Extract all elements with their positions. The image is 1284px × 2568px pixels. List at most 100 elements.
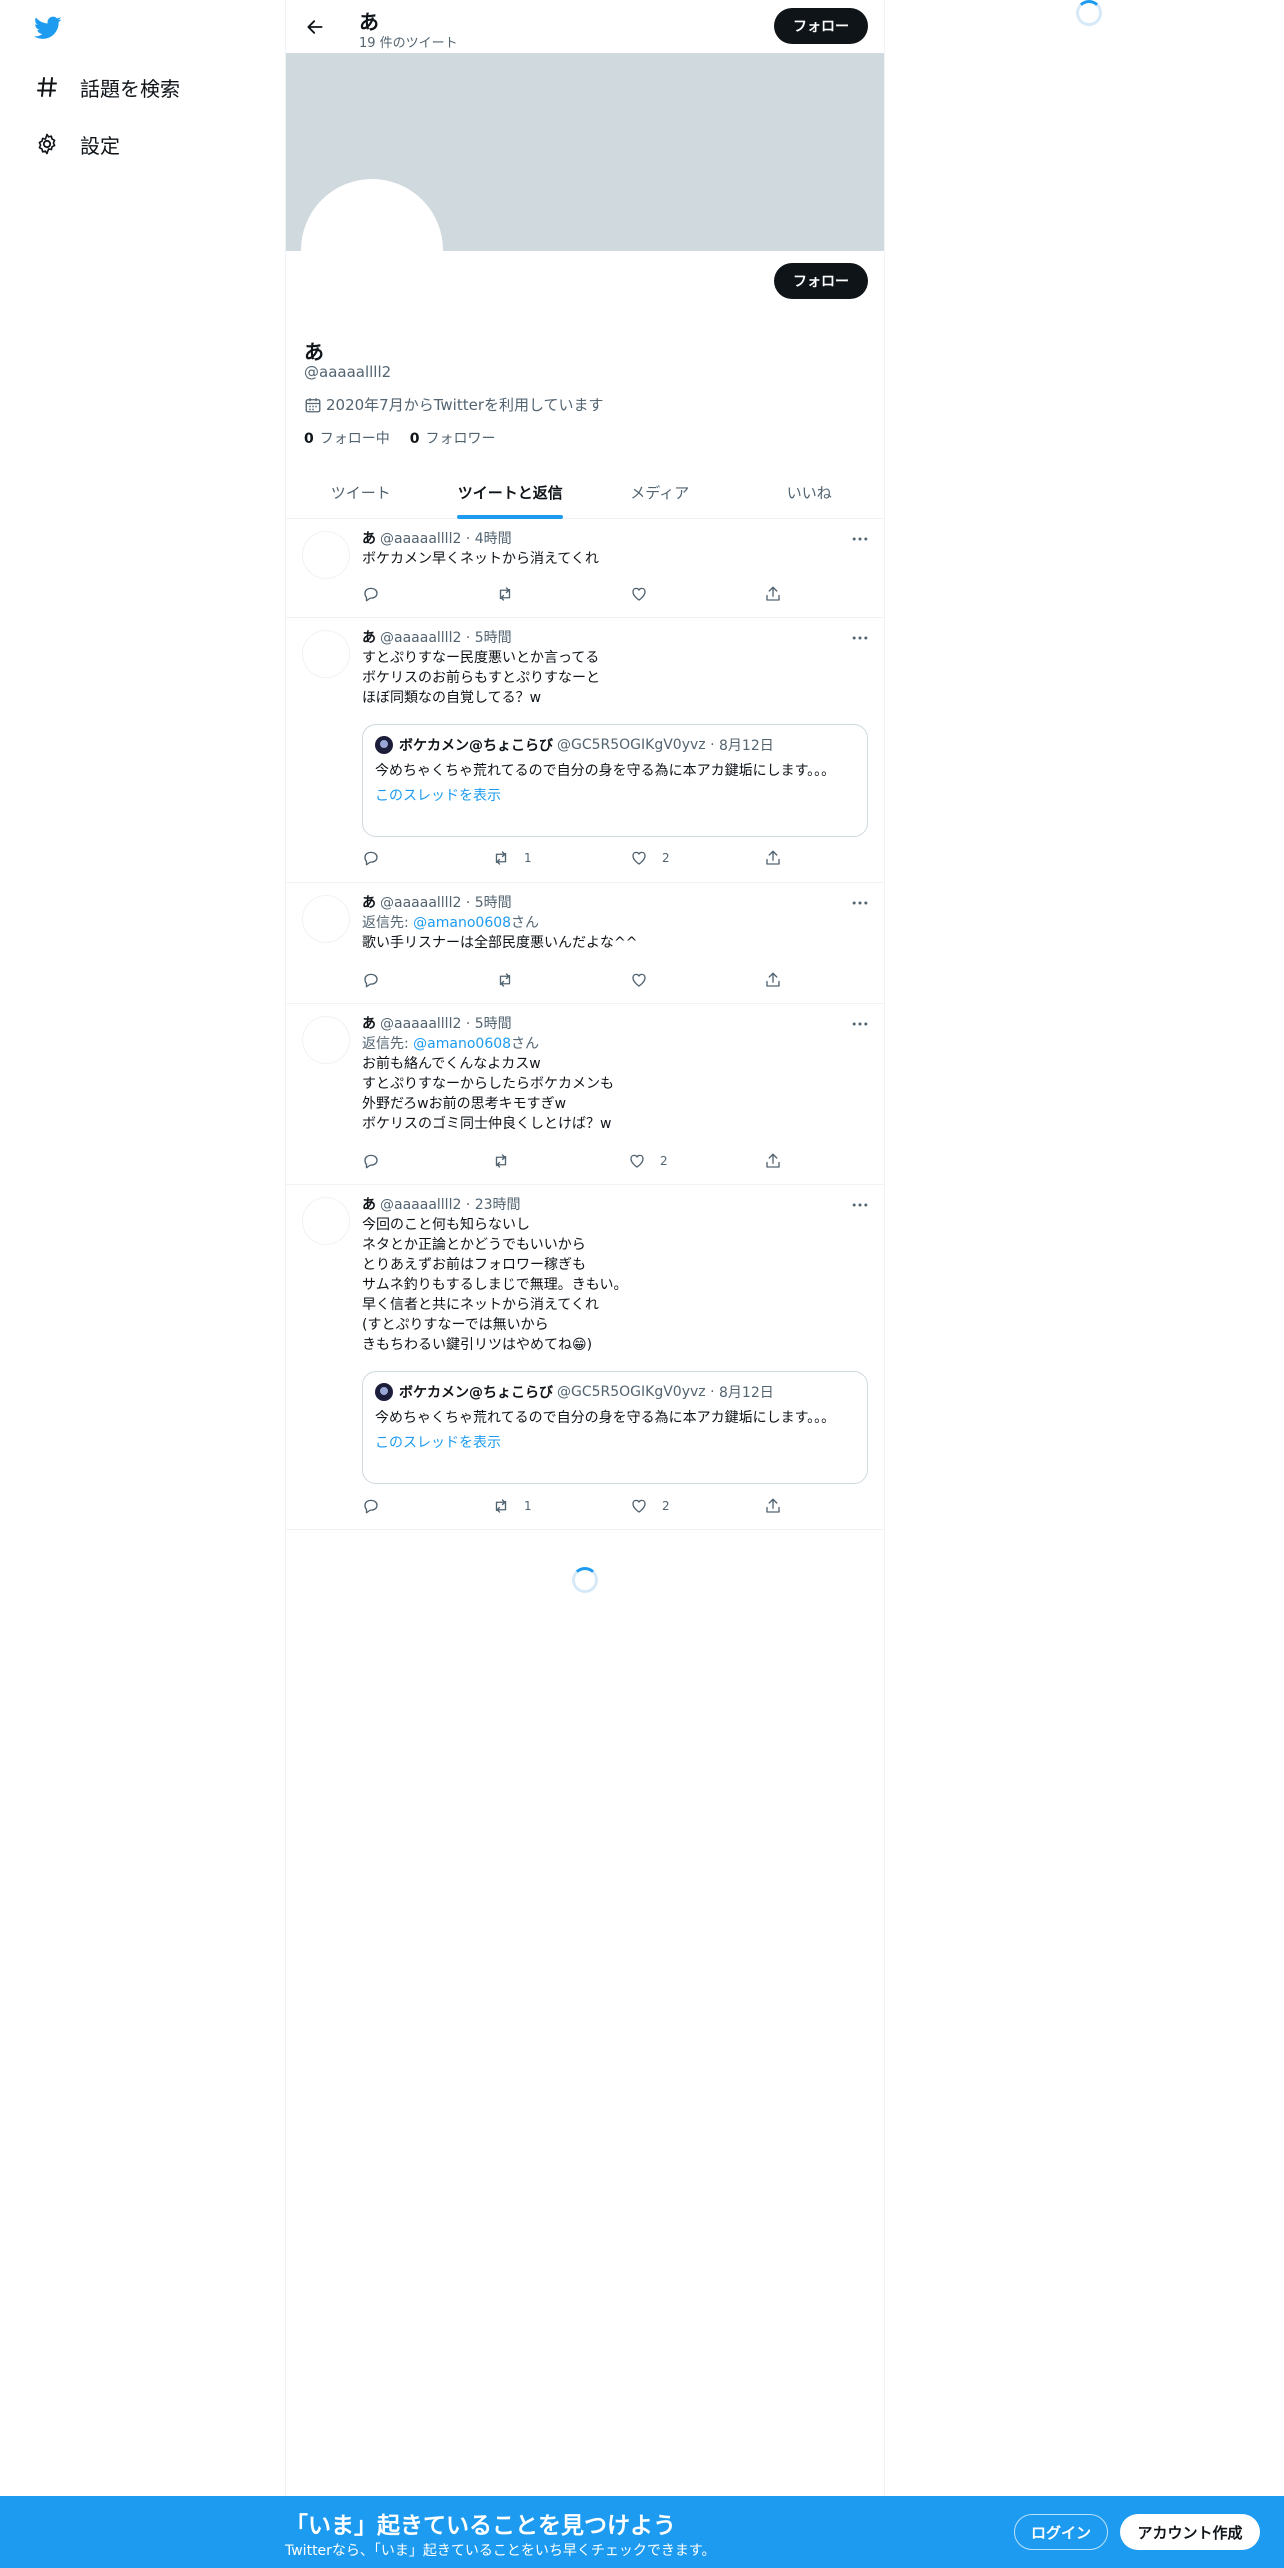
tweet-author-name[interactable]: あ (362, 1016, 376, 1032)
share-button[interactable] (764, 970, 796, 990)
more-options-icon[interactable] (850, 1014, 870, 1034)
tweet-actions: 2 (362, 1151, 782, 1171)
reply-button[interactable] (362, 970, 394, 990)
profile-name: あ (304, 340, 324, 364)
profile-follow-button[interactable]: フォロー (774, 263, 868, 299)
more-options-icon[interactable] (850, 628, 870, 648)
tweet-time[interactable]: 23時間 (475, 1197, 521, 1213)
tweet-time[interactable]: 5時間 (475, 630, 512, 646)
signup-button[interactable]: アカウント作成 (1120, 2514, 1260, 2550)
show-thread-link[interactable]: このスレッドを表示 (375, 1432, 855, 1452)
tweet-author-name[interactable]: あ (362, 630, 376, 646)
share-button[interactable] (764, 1151, 796, 1171)
tweet-author-handle[interactable]: @aaaaallll2 (380, 1197, 461, 1213)
tweet-avatar[interactable] (302, 895, 350, 943)
header-name: あ (359, 10, 379, 34)
tweet-author-handle[interactable]: @aaaaallll2 (380, 531, 461, 547)
nav-explore[interactable]: 話題を検索 (34, 67, 180, 107)
tab-media[interactable]: メディア (585, 466, 735, 518)
tweet[interactable]: あ @aaaaallll2 · 4時間 ボケカメン早くネットから消えてくれ (286, 519, 884, 618)
quoted-tweet[interactable]: ボケカメン@ちょこらび @GC5R5OGIKgV0yvz · 8月12日 今めちゃ… (362, 724, 868, 837)
hashtag-icon (34, 74, 60, 100)
retweet-button[interactable]: 1 (492, 848, 532, 868)
share-button[interactable] (764, 1496, 796, 1516)
tweet-author-handle[interactable]: @aaaaallll2 (380, 895, 461, 911)
heart-icon (630, 1154, 644, 1168)
reply-button[interactable] (362, 584, 394, 604)
reply-icon (364, 587, 378, 602)
retweet-button[interactable] (496, 970, 528, 990)
quoted-avatar (375, 1383, 393, 1401)
tweet-author-name[interactable]: あ (362, 531, 376, 547)
tweet-avatar[interactable] (302, 531, 350, 579)
tweet[interactable]: あ @aaaaallll2 · 5時間 すとぷりすなー民度悪いとか言ってる ボケリ… (286, 618, 884, 883)
tweet-time[interactable]: 4時間 (475, 531, 512, 547)
header-follow-button[interactable]: フォロー (774, 8, 868, 44)
reply-to-link[interactable]: @amano0608 (413, 1036, 511, 1052)
tweet-text: 歌い手リスナーは全部民度悪いんだよな^^ (362, 935, 638, 951)
reply-to-suffix: さん (511, 1036, 540, 1052)
retweet-button[interactable] (492, 1151, 524, 1171)
like-button[interactable]: 2 (630, 1496, 670, 1516)
tweet-time[interactable]: 5時間 (475, 1016, 512, 1032)
more-options-icon[interactable] (850, 529, 870, 549)
like-button[interactable] (630, 970, 662, 990)
retweet-icon (495, 1154, 507, 1168)
tab-tweets-and-replies[interactable]: ツイートと返信 (436, 466, 586, 518)
left-nav: 話題を検索 設定 (0, 0, 285, 2568)
following-link[interactable]: 0 フォロー中 (304, 428, 390, 448)
reply-button[interactable] (362, 1496, 394, 1516)
share-icon (766, 972, 780, 987)
more-options-icon[interactable] (850, 893, 870, 913)
quoted-tweet[interactable]: ボケカメン@ちょこらび @GC5R5OGIKgV0yvz · 8月12日 今めちゃ… (362, 1371, 868, 1484)
profile-avatar[interactable] (301, 179, 443, 321)
retweet-icon (499, 587, 511, 601)
show-thread-link[interactable]: このスレッドを表示 (375, 785, 855, 805)
tweet-author-handle[interactable]: @aaaaallll2 (380, 1016, 461, 1032)
retweet-icon (495, 1499, 507, 1513)
retweet-count: 1 (524, 1499, 532, 1513)
twitter-logo-icon[interactable] (32, 14, 64, 42)
quoted-text: 今めちゃくちゃ荒れてるので自分の身を守る為に本アカ鍵垢にします。。。 (375, 1410, 836, 1426)
login-button[interactable]: ログイン (1014, 2514, 1108, 2550)
like-button[interactable]: 2 (628, 1151, 668, 1171)
nav-settings-label: 設定 (80, 133, 120, 158)
tweet-actions (362, 970, 782, 990)
retweet-button[interactable] (496, 584, 528, 604)
like-button[interactable] (630, 584, 662, 604)
tweet-actions (362, 584, 782, 604)
tweet-avatar[interactable] (302, 1016, 350, 1064)
like-button[interactable]: 2 (630, 848, 670, 868)
tab-likes[interactable]: いいね (735, 466, 885, 518)
tweet-author-handle[interactable]: @aaaaallll2 (380, 630, 461, 646)
tweet[interactable]: あ @aaaaallll2 · 5時間 返信先: @amano0608さん 歌い手… (286, 883, 884, 1004)
reply-to-link[interactable]: @amano0608 (413, 915, 511, 931)
more-options-icon[interactable] (850, 1195, 870, 1215)
gear-icon (34, 131, 60, 157)
reply-button[interactable] (362, 848, 394, 868)
share-button[interactable] (764, 584, 796, 604)
share-button[interactable] (764, 848, 796, 868)
reply-icon (364, 1154, 378, 1169)
tweet-actions: 1 2 (362, 1496, 782, 1516)
tweet-author-name[interactable]: あ (362, 1197, 376, 1213)
quoted-date: 8月12日 (719, 1385, 774, 1401)
retweet-button[interactable]: 1 (492, 1496, 532, 1516)
tweet[interactable]: あ @aaaaallll2 · 5時間 返信先: @amano0608さん お前も… (286, 1004, 884, 1185)
tab-tweets[interactable]: ツイート (286, 466, 436, 518)
tweet-author-name[interactable]: あ (362, 895, 376, 911)
calendar-icon (305, 397, 321, 412)
followers-link[interactable]: 0 フォロワー (410, 428, 496, 448)
reply-icon (364, 851, 378, 866)
profile-tabs: ツイート ツイートと返信 メディア いいね (286, 466, 884, 519)
reply-button[interactable] (362, 1151, 394, 1171)
tweet[interactable]: あ @aaaaallll2 · 23時間 今回のこと何も知らないし ネタとか正論と… (286, 1185, 884, 1530)
quoted-author-handle: @GC5R5OGIKgV0yvz (557, 1384, 706, 1400)
nav-settings[interactable]: 設定 (34, 124, 120, 164)
share-icon (766, 850, 780, 865)
tweet-avatar[interactable] (302, 1197, 350, 1245)
tweet-avatar[interactable] (302, 630, 350, 678)
tweet-time[interactable]: 5時間 (475, 895, 512, 911)
back-arrow-icon[interactable] (300, 12, 330, 42)
nav-explore-label: 話題を検索 (80, 76, 180, 101)
